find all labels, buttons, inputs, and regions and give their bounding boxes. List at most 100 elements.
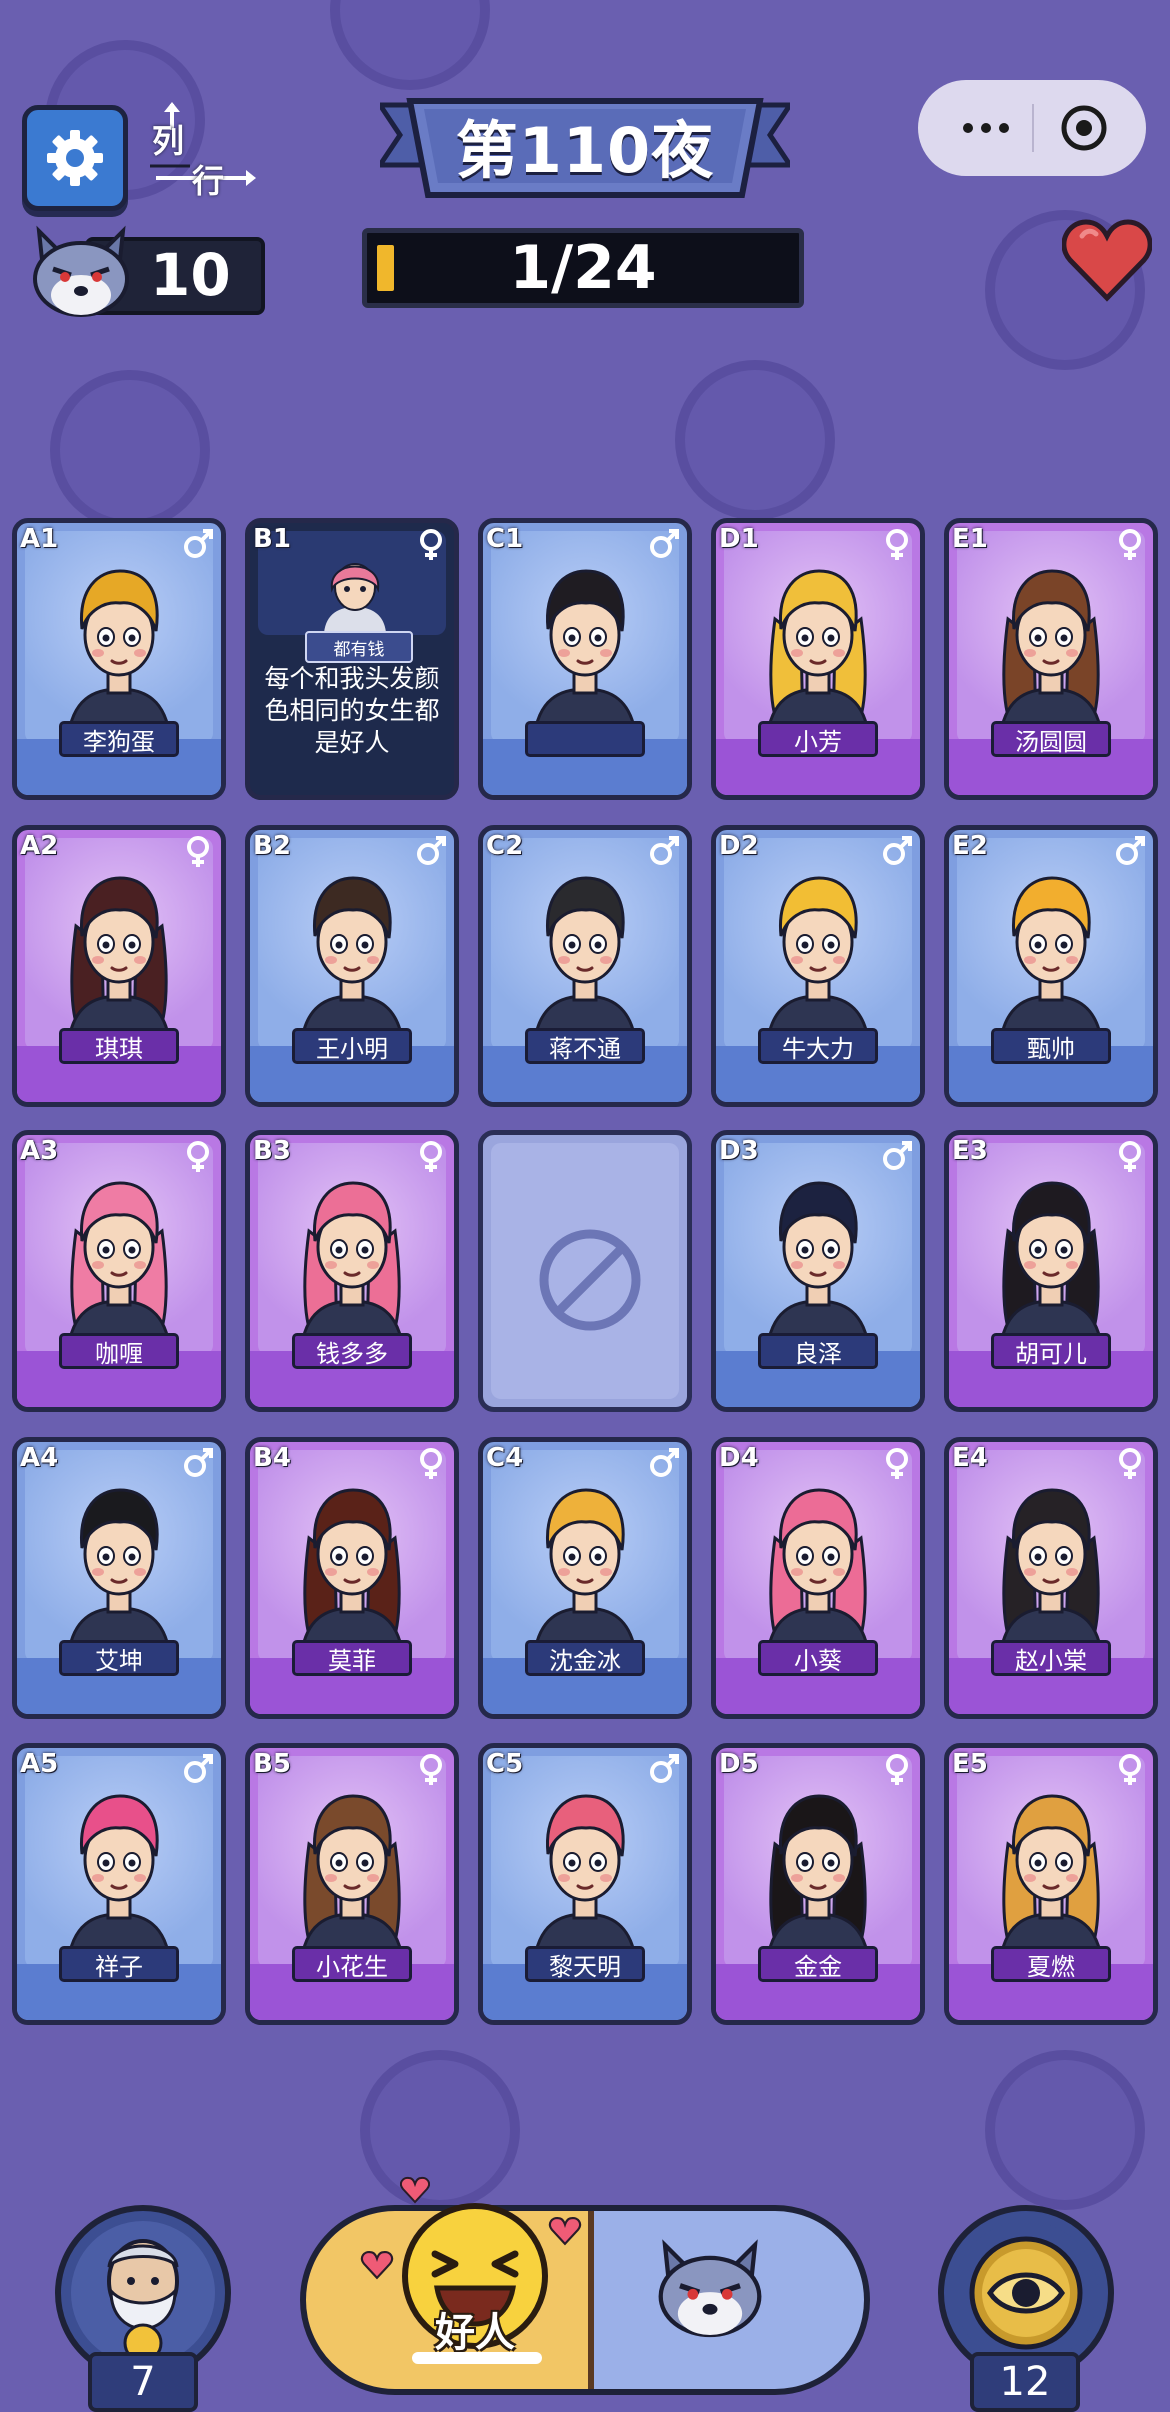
character-card-a4[interactable]: A4 艾坤 — [12, 1437, 226, 1719]
page-title: 第110夜 — [455, 114, 715, 187]
character-card-d5[interactable]: D5 金金 — [711, 1743, 925, 2025]
mini-program-capsule — [918, 80, 1146, 176]
card-coordinate: E4 — [952, 1443, 988, 1473]
character-name: 莫菲 — [292, 1640, 412, 1676]
character-card-d3[interactable]: D3 良泽 — [711, 1130, 925, 1412]
character-card-d2[interactable]: D2 牛大力 — [711, 825, 925, 1107]
character-card-b4[interactable]: B4 莫菲 — [245, 1437, 459, 1719]
card-coordinate: A1 — [20, 524, 59, 554]
character-portrait — [66, 569, 172, 739]
character-card-c5[interactable]: C5 黎天明 — [478, 1743, 692, 2025]
character-name: 黎天明 — [525, 1946, 645, 1982]
character-card-c4[interactable]: C4 沈金冰 — [478, 1437, 692, 1719]
card-coordinate: D5 — [719, 1749, 759, 1779]
character-name: 赵小棠 — [991, 1640, 1111, 1676]
clue-text: 每个和我头发颜色相同的女生都是好人 — [264, 664, 440, 757]
character-portrait — [532, 1488, 638, 1658]
card-coordinate: C2 — [486, 831, 524, 861]
male-symbol-icon — [883, 836, 912, 865]
eye-icon — [954, 2221, 1098, 2365]
female-symbol-icon — [187, 836, 209, 867]
character-card-c2[interactable]: C2 蒋不通 — [478, 825, 692, 1107]
female-symbol-icon — [886, 1754, 908, 1785]
good-label: 好人 — [435, 2310, 515, 2356]
female-symbol-icon — [886, 1448, 908, 1479]
target-circle-icon[interactable] — [1056, 100, 1112, 156]
male-symbol-icon — [650, 1448, 679, 1477]
character-card-a5[interactable]: A5 祥子 — [12, 1743, 226, 2025]
card-coordinate: B5 — [253, 1749, 291, 1779]
character-portrait — [66, 876, 172, 1046]
character-name: 钱多多 — [292, 1333, 412, 1369]
card-coordinate: E1 — [952, 524, 988, 554]
character-card-b3[interactable]: B3 钱多多 — [245, 1130, 459, 1412]
heart-icon[interactable] — [1062, 218, 1152, 304]
character-name: 蒋不通 — [525, 1028, 645, 1064]
character-name: 祥子 — [59, 1946, 179, 1982]
wolf-count: 10 — [150, 241, 231, 309]
card-coordinate: C1 — [486, 524, 524, 554]
settings-button[interactable] — [22, 105, 128, 211]
judgement-toggle[interactable] — [300, 2205, 870, 2395]
character-name: 王小明 — [292, 1028, 412, 1064]
character-card-b5[interactable]: B5 小花生 — [245, 1743, 459, 2025]
male-symbol-icon — [883, 1141, 912, 1170]
character-name: 汤圆圆 — [991, 721, 1111, 757]
card-coordinate: B2 — [253, 831, 291, 861]
male-symbol-icon — [650, 1754, 679, 1783]
female-symbol-icon — [886, 529, 908, 560]
character-portrait — [998, 1181, 1104, 1351]
character-card-d1[interactable]: D1 小芳 — [711, 518, 925, 800]
male-symbol-icon — [1116, 836, 1145, 865]
character-portrait — [66, 1181, 172, 1351]
character-name: 良泽 — [758, 1333, 878, 1369]
female-symbol-icon — [1119, 1754, 1141, 1785]
character-card-e3[interactable]: E3 胡可儿 — [944, 1130, 1158, 1412]
female-symbol-icon — [420, 1754, 442, 1785]
character-card-a2[interactable]: A2 琪琪 — [12, 825, 226, 1107]
character-card-d4[interactable]: D4 小葵 — [711, 1437, 925, 1719]
column-label: 列 — [152, 122, 185, 160]
character-card-b1[interactable]: B1 都有钱 每个和我头发颜色相同的女生都是好人 — [245, 518, 459, 800]
gear-icon — [47, 130, 103, 186]
character-name: 甄帅 — [991, 1028, 1111, 1064]
row-column-toggle[interactable]: 列 行 — [150, 100, 260, 200]
wolf-face-icon[interactable] — [650, 2230, 770, 2350]
character-name: 沈金冰 — [525, 1640, 645, 1676]
male-symbol-icon — [650, 836, 679, 865]
wolf-face-icon — [33, 225, 129, 317]
character-card-e4[interactable]: E4 赵小棠 — [944, 1437, 1158, 1719]
character-card-a1[interactable]: A1 李狗蛋 — [12, 518, 226, 800]
card-coordinate: B1 — [253, 524, 291, 554]
more-dots-icon[interactable] — [946, 104, 1026, 152]
female-symbol-icon — [1119, 1141, 1141, 1172]
character-name: 咖喱 — [59, 1333, 179, 1369]
character-portrait — [998, 1794, 1104, 1964]
character-portrait — [299, 1488, 405, 1658]
character-card-e2[interactable]: E2 甄帅 — [944, 825, 1158, 1107]
heart-sparkle-icon — [548, 2217, 582, 2246]
character-card-c1[interactable]: C1 — [478, 518, 692, 800]
character-portrait — [765, 1794, 871, 1964]
card-coordinate: D2 — [719, 831, 759, 861]
character-portrait — [532, 569, 638, 739]
blocked-cell-icon — [539, 1229, 641, 1331]
character-portrait — [998, 1488, 1104, 1658]
character-card-e5[interactable]: E5 夏燃 — [944, 1743, 1158, 2025]
character-name: 李狗蛋 — [59, 721, 179, 757]
card-coordinate: E3 — [952, 1136, 988, 1166]
character-name: 小花生 — [292, 1946, 412, 1982]
row-label: 行 — [192, 162, 225, 200]
card-coordinate: B3 — [253, 1136, 291, 1166]
character-name: 胡可儿 — [991, 1333, 1111, 1369]
heart-sparkle-icon — [400, 2176, 430, 2204]
progress-text: 1/24 — [509, 233, 657, 303]
character-card-e1[interactable]: E1 汤圆圆 — [944, 518, 1158, 800]
character-card-b2[interactable]: B2 王小明 — [245, 825, 459, 1107]
character-name: 牛大力 — [758, 1028, 878, 1064]
female-symbol-icon — [420, 529, 442, 560]
character-card-a3[interactable]: A3 咖喱 — [12, 1130, 226, 1412]
character-portrait — [765, 876, 871, 1046]
male-symbol-icon — [184, 1754, 213, 1783]
empty-card-c3[interactable] — [478, 1130, 692, 1412]
